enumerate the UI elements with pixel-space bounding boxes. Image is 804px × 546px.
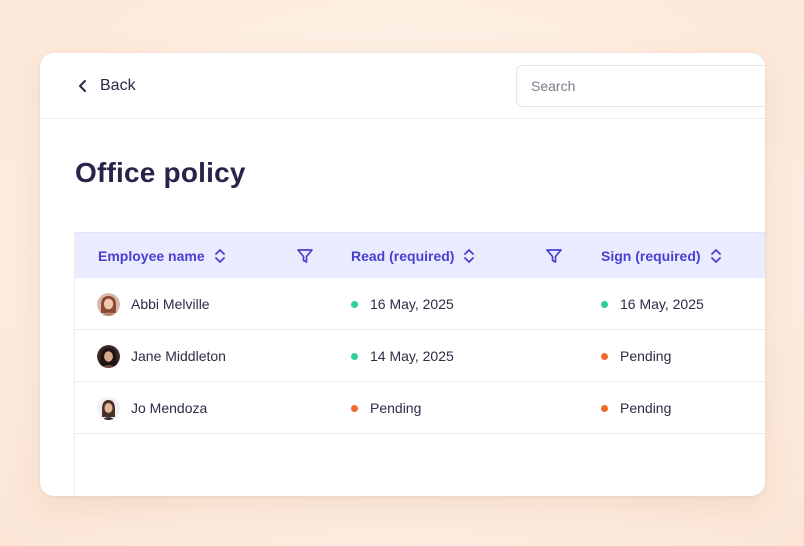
table-row[interactable]: Jane Middleton 14 May, 2025 Pending xyxy=(75,330,765,382)
app-window: Back Office policy Employee name Read (r… xyxy=(40,53,765,496)
employee-name: Jane Middleton xyxy=(131,348,226,364)
read-cell: 16 May, 2025 xyxy=(351,278,454,330)
back-button[interactable]: Back xyxy=(76,73,136,99)
background: Back Office policy Employee name Read (r… xyxy=(0,0,804,546)
top-bar: Back xyxy=(40,53,765,119)
avatar xyxy=(97,292,120,316)
sign-value: 16 May, 2025 xyxy=(620,296,704,312)
status-pending-dot xyxy=(351,404,358,412)
table-header: Employee name Read (required) Sign (requ… xyxy=(75,232,765,278)
sign-cell: Pending xyxy=(601,330,671,382)
read-value: 14 May, 2025 xyxy=(370,348,454,364)
read-value: Pending xyxy=(370,400,422,416)
filter-icon[interactable] xyxy=(545,247,563,265)
read-value: 16 May, 2025 xyxy=(370,296,454,312)
status-pending-dot xyxy=(601,352,608,360)
employee-cell: Jo Mendoza xyxy=(97,382,207,434)
avatar xyxy=(97,396,120,420)
sort-icon[interactable] xyxy=(709,248,723,264)
employee-name: Abbi Melville xyxy=(131,296,210,312)
status-done-dot xyxy=(601,300,608,308)
employee-cell: Abbi Melville xyxy=(97,278,210,330)
column-header-employee-name[interactable]: Employee name xyxy=(98,233,227,279)
column-header-read[interactable]: Read (required) xyxy=(351,233,476,279)
filter-icon[interactable] xyxy=(296,247,314,265)
sign-cell: 16 May, 2025 xyxy=(601,278,704,330)
avatar xyxy=(97,344,120,368)
status-done-dot xyxy=(351,300,358,308)
status-pending-dot xyxy=(601,404,608,412)
policy-table: Employee name Read (required) Sign (requ… xyxy=(74,232,765,496)
sort-icon[interactable] xyxy=(462,248,476,264)
back-label: Back xyxy=(100,77,136,94)
column-label: Employee name xyxy=(98,248,205,264)
search-input[interactable] xyxy=(516,65,765,107)
column-label: Read (required) xyxy=(351,248,455,264)
sign-cell: Pending xyxy=(601,382,671,434)
employee-name: Jo Mendoza xyxy=(131,400,208,416)
read-cell: 14 May, 2025 xyxy=(351,330,454,382)
column-header-sign[interactable]: Sign (required) xyxy=(601,233,723,279)
table-row[interactable]: Jo Mendoza Pending Pending xyxy=(75,382,765,434)
chevron-left-icon xyxy=(79,80,86,92)
employee-cell: Jane Middleton xyxy=(97,330,226,382)
table-row[interactable]: Abbi Melville 16 May, 2025 16 May, 2025 xyxy=(75,278,765,330)
page-title: Office policy xyxy=(75,157,246,188)
read-cell: Pending xyxy=(351,382,421,434)
sort-icon[interactable] xyxy=(213,248,227,264)
sign-value: Pending xyxy=(620,348,672,364)
column-label: Sign (required) xyxy=(601,248,701,264)
status-done-dot xyxy=(351,352,358,360)
sign-value: Pending xyxy=(620,400,672,416)
